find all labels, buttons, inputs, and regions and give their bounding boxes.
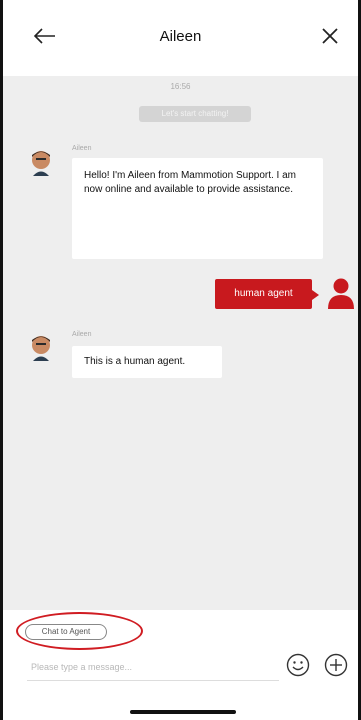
composer-bar: Chat to Agent: [3, 610, 358, 720]
message-input[interactable]: [27, 654, 279, 681]
home-indicator[interactable]: [130, 710, 236, 714]
close-button[interactable]: [316, 22, 344, 50]
outgoing-message-bubble: human agent: [215, 279, 319, 309]
page-title: Aileen: [159, 28, 202, 45]
sender-name: Aileen: [72, 145, 92, 152]
close-icon: [322, 28, 338, 44]
message-timestamp: 16:56: [170, 82, 191, 91]
incoming-message-bubble: This is a human agent.: [72, 346, 222, 378]
plus-circle-icon: [324, 653, 348, 677]
emoji-button[interactable]: [285, 652, 311, 678]
system-message: Let's start chatting!: [139, 106, 251, 122]
smiley-icon: [286, 653, 310, 677]
agent-avatar: [32, 336, 50, 361]
incoming-message-bubble: Hello! I'm Aileen from Mammotion Support…: [72, 158, 323, 259]
user-avatar-icon: [328, 278, 354, 309]
message-text: Hello! I'm Aileen from Mammotion Support…: [84, 170, 296, 195]
agent-avatar: [32, 151, 50, 176]
sender-name: Aileen: [72, 331, 92, 338]
add-attachment-button[interactable]: [323, 652, 349, 678]
chat-to-agent-button[interactable]: Chat to Agent: [25, 624, 107, 640]
message-text: human agent: [234, 288, 293, 299]
message-text: This is a human agent.: [84, 356, 186, 367]
chat-header: Aileen: [3, 0, 358, 77]
chat-area[interactable]: 16:56 Let's start chatting! Aileen Hello…: [3, 76, 358, 610]
